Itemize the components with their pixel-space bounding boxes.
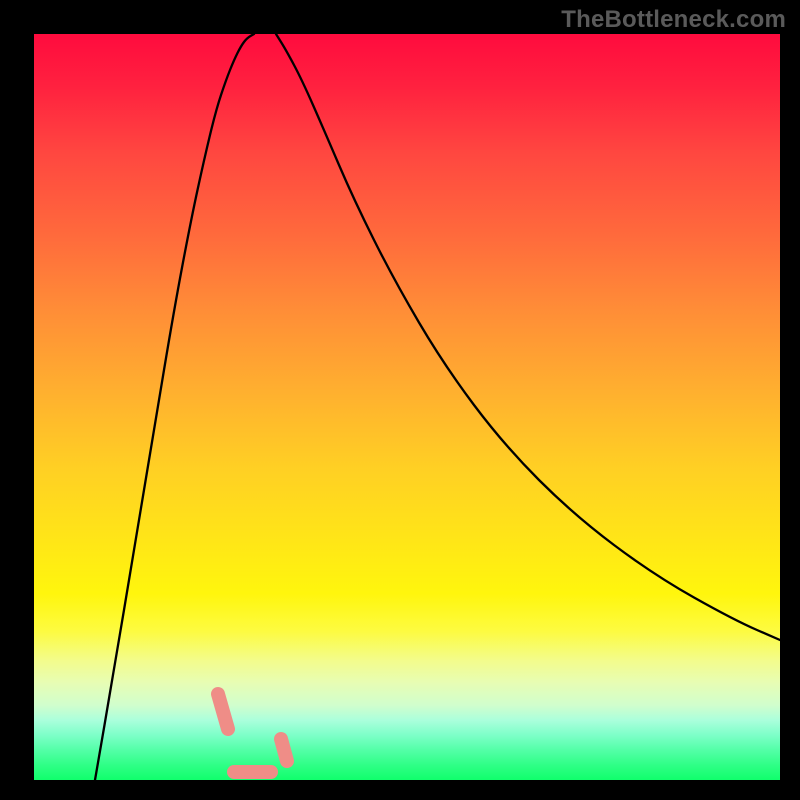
indicator-right [281,739,287,761]
curves-svg [34,34,780,780]
watermark-text: TheBottleneck.com [561,6,786,34]
indicator-left [218,694,228,729]
plot-area [34,34,780,780]
chart-frame: TheBottleneck.com [0,0,800,800]
right-curve [276,34,780,640]
left-curve [95,34,254,780]
